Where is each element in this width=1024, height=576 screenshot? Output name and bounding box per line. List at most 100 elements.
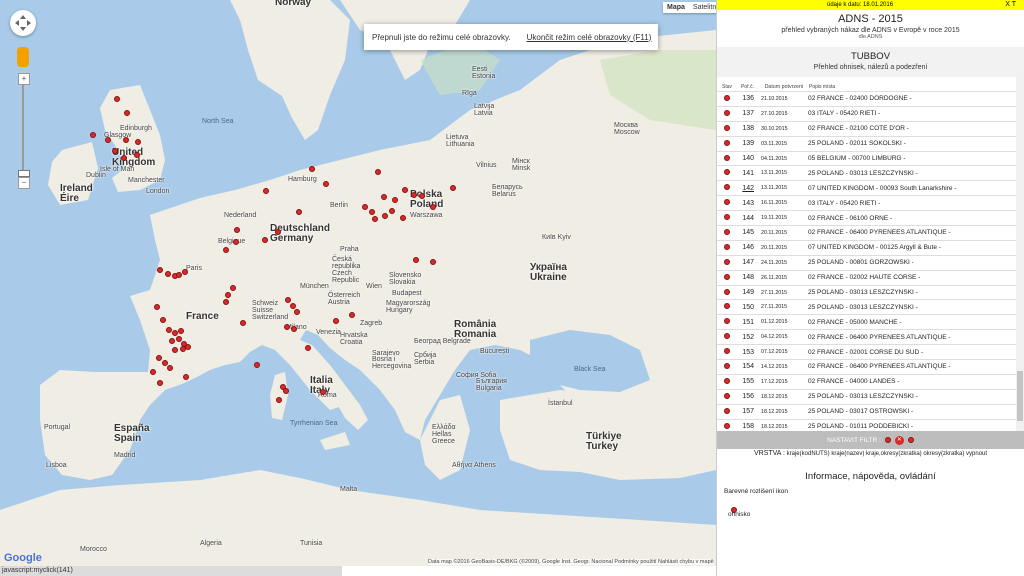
outbreak-marker[interactable]: [305, 345, 311, 351]
outbreak-marker[interactable]: [323, 181, 329, 187]
row-description[interactable]: 25 POLAND - 03013 LESZCZYNSKI -: [808, 300, 1017, 315]
row-description[interactable]: 07 UNITED KINGDOM - 00093 South Lanarksh…: [808, 181, 1017, 196]
outbreak-marker[interactable]: [362, 204, 368, 210]
table-row[interactable]: 137 27.10.2015 03 ITALY - 05420 RIETI -: [717, 106, 1017, 121]
outbreak-marker[interactable]: [176, 272, 182, 278]
zoom-slider-handle[interactable]: [18, 170, 30, 177]
outbreak-marker[interactable]: [169, 338, 175, 344]
row-description[interactable]: 02 FRANCE - 02001 CORSE DU SUD -: [808, 345, 1017, 360]
row-description[interactable]: 25 POLAND - 00801 GORZOWSKI -: [808, 255, 1017, 270]
row-description[interactable]: 25 POLAND - 03013 LESZCZYNSKI -: [808, 166, 1017, 181]
outbreak-marker[interactable]: [402, 187, 408, 193]
row-order[interactable]: 158: [737, 419, 757, 431]
table-row[interactable]: 149 27.11.2015 25 POLAND - 03013 LESZCZYNS…: [717, 285, 1017, 300]
row-description[interactable]: 02 FRANCE - 02100 COTE D'OR -: [808, 121, 1017, 136]
row-order[interactable]: 140: [737, 151, 757, 166]
info-heading[interactable]: Informace, nápověda, ovládání: [717, 471, 1024, 482]
table-row[interactable]: 147 24.11.2015 25 POLAND - 00801 GORZOWSKI…: [717, 255, 1017, 270]
outbreak-marker[interactable]: [400, 215, 406, 221]
outbreak-marker[interactable]: [320, 389, 326, 395]
outbreak-marker[interactable]: [172, 347, 178, 353]
row-order[interactable]: 150: [737, 300, 757, 315]
outbreak-marker[interactable]: [157, 380, 163, 386]
outbreak-marker[interactable]: [230, 285, 236, 291]
row-description[interactable]: 02 FRANCE - 04000 LANDES -: [808, 374, 1017, 389]
outbreak-marker[interactable]: [430, 259, 436, 265]
outbreak-marker[interactable]: [413, 257, 419, 263]
filter-outbreak-icon[interactable]: [884, 437, 891, 443]
row-description[interactable]: 07 UNITED KINGDOM - 00125 Argyll & Bute …: [808, 240, 1017, 255]
outbreak-marker[interactable]: [112, 148, 118, 154]
outbreak-marker[interactable]: [382, 213, 388, 219]
row-description[interactable]: 03 ITALY - 05420 RIETI -: [808, 106, 1017, 121]
row-description[interactable]: 25 POLAND - 03017 OSTROWSKI -: [808, 404, 1017, 419]
outbreak-marker[interactable]: [150, 369, 156, 375]
outbreak-marker[interactable]: [182, 269, 188, 275]
table-row[interactable]: 138 30.10.2015 02 FRANCE - 02100 COTE D'OR…: [717, 121, 1017, 136]
outbreak-marker[interactable]: [349, 312, 355, 318]
outbreak-table[interactable]: Stav Poř.č. Datum potvrzení Popis místa …: [717, 73, 1017, 431]
table-row[interactable]: 142 13.11.2015 07 UNITED KINGDOM - 00093 S…: [717, 180, 1017, 196]
zoom-slider-track[interactable]: [22, 84, 24, 180]
outbreak-marker[interactable]: [276, 397, 282, 403]
outbreak-marker[interactable]: [263, 188, 269, 194]
map-type-map[interactable]: Mapa: [663, 2, 689, 13]
table-row[interactable]: 144 19.11.2015 02 FRANCE - 06100 ORNE -: [717, 210, 1017, 226]
outbreak-marker[interactable]: [291, 326, 297, 332]
row-description[interactable]: 05 BELGIUM - 00700 LIMBURG -: [808, 151, 1017, 166]
row-order[interactable]: 144: [737, 211, 757, 226]
map-area[interactable]: Norway United Kingdom Ireland Éire Neder…: [0, 0, 716, 566]
row-order[interactable]: 153: [737, 345, 757, 360]
row-description[interactable]: 25 POLAND - 01011 PODDEBICKI -: [808, 419, 1017, 431]
outbreak-marker[interactable]: [375, 169, 381, 175]
map-type-control[interactable]: Mapa Satelitní: [663, 2, 716, 13]
outbreak-marker[interactable]: [283, 388, 289, 394]
outbreak-marker[interactable]: [134, 152, 140, 158]
close-controls[interactable]: X T: [1005, 0, 1016, 10]
pan-control[interactable]: [10, 10, 36, 36]
row-order[interactable]: 141: [737, 166, 757, 181]
row-description[interactable]: 02 FRANCE - 06400 PYRENEES ATLANTIQUE -: [808, 330, 1017, 345]
table-row[interactable]: 148 26.11.2015 02 FRANCE - 02002 HAUTE COR…: [717, 270, 1017, 285]
outbreak-marker[interactable]: [160, 317, 166, 323]
outbreak-marker[interactable]: [372, 216, 378, 222]
row-order[interactable]: 147: [737, 255, 757, 270]
outbreak-marker[interactable]: [419, 193, 425, 199]
outbreak-marker[interactable]: [157, 267, 163, 273]
outbreak-marker[interactable]: [294, 309, 300, 315]
row-order[interactable]: 155: [737, 374, 757, 389]
outbreak-marker[interactable]: [154, 304, 160, 310]
row-order[interactable]: 148: [737, 270, 757, 285]
table-row[interactable]: 141 13.11.2015 25 POLAND - 03013 LESZCZYNS…: [717, 165, 1017, 181]
row-order[interactable]: 154: [737, 360, 757, 375]
outbreak-marker[interactable]: [167, 365, 173, 371]
outbreak-marker[interactable]: [135, 139, 141, 145]
layer-options[interactable]: kraje(kodNUTS) kraje(nazev) kraje,okresy…: [787, 451, 987, 457]
row-description[interactable]: 02 FRANCE - 06400 PYRENEES ATLANTIQUE -: [808, 226, 1017, 241]
outbreak-marker[interactable]: [180, 346, 186, 352]
row-order[interactable]: 146: [737, 240, 757, 255]
table-row[interactable]: 150 27.11.2015 25 POLAND - 03013 LESZCZYNS…: [717, 299, 1017, 315]
exit-fullscreen-link[interactable]: Ukončit režim celé obrazovky (F11): [527, 33, 652, 42]
table-row[interactable]: 155 17.12.2015 02 FRANCE - 04000 LANDES -: [717, 374, 1017, 389]
outbreak-marker[interactable]: [450, 185, 456, 191]
row-description[interactable]: 02 FRANCE - 02400 DORDOGNE -: [808, 92, 1017, 107]
outbreak-marker[interactable]: [285, 297, 291, 303]
row-order[interactable]: 143: [737, 196, 757, 211]
table-row[interactable]: 156 18.12.2015 25 POLAND - 03013 LESZCZYNS…: [717, 389, 1017, 404]
row-order[interactable]: 145: [737, 226, 757, 241]
table-row[interactable]: 152 04.12.2015 02 FRANCE - 06400 PYRENEES …: [717, 329, 1017, 345]
row-description[interactable]: 02 FRANCE - 06400 PYRENEES ATLANTIQUE -: [808, 360, 1017, 375]
outbreak-marker[interactable]: [123, 137, 129, 143]
scrollbar-thumb[interactable]: [1017, 371, 1023, 421]
row-description[interactable]: 03 ITALY - 05420 RIETI -: [808, 196, 1017, 211]
table-scrollbar[interactable]: [1016, 73, 1024, 431]
outbreak-marker[interactable]: [121, 155, 127, 161]
outbreak-marker[interactable]: [233, 239, 239, 245]
table-row[interactable]: 157 18.12.2015 25 POLAND - 03017 OSTROWSKI…: [717, 404, 1017, 419]
table-row[interactable]: 145 20.11.2015 02 FRANCE - 06400 PYRENEES …: [717, 225, 1017, 241]
outbreak-marker[interactable]: [105, 137, 111, 143]
table-row[interactable]: 146 20.11.2015 07 UNITED KINGDOM - 00125 A…: [717, 240, 1017, 255]
outbreak-marker[interactable]: [381, 194, 387, 200]
outbreak-marker[interactable]: [183, 374, 189, 380]
